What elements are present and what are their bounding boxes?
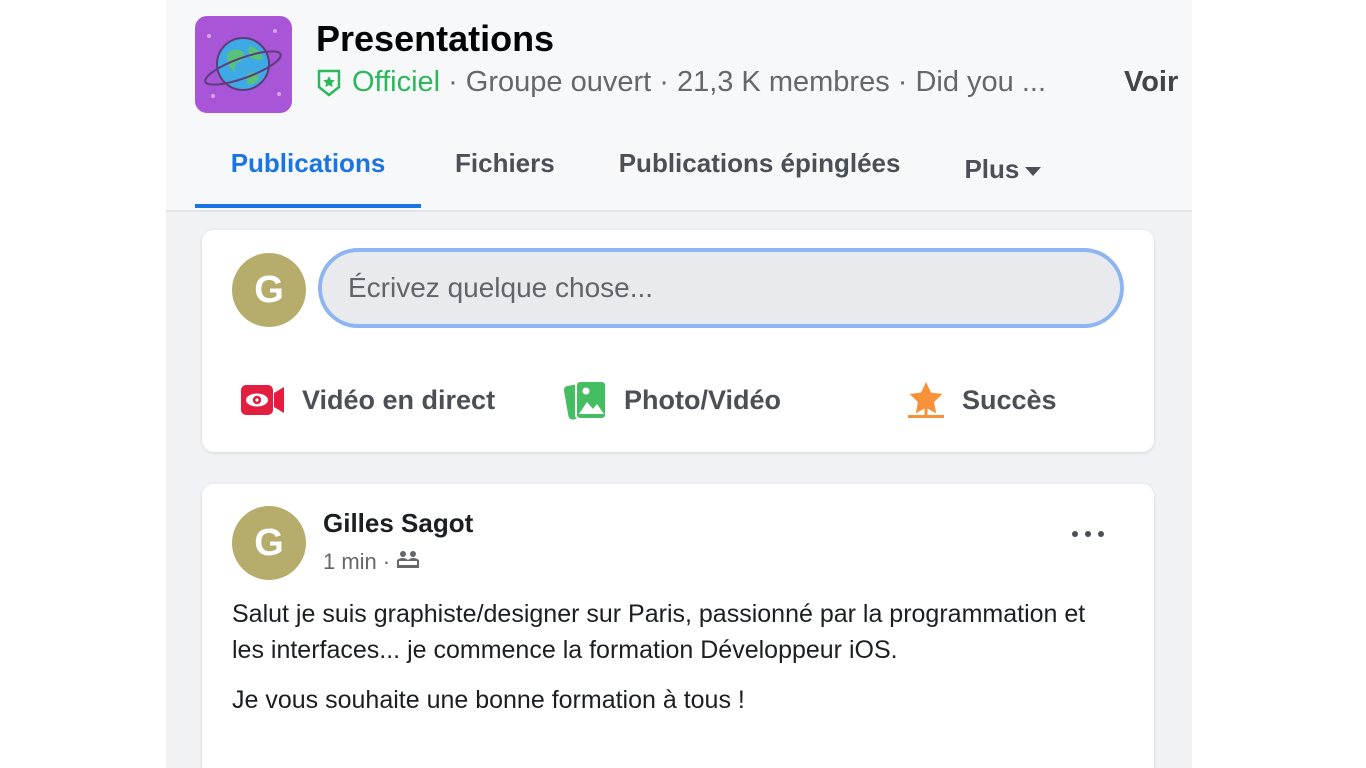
post-meta: 1 min · <box>323 548 420 576</box>
group-privacy-icon <box>396 548 420 576</box>
post-author[interactable]: Gilles Sagot <box>323 508 473 539</box>
group-page: Presentations Officiel · Groupe ouvert ·… <box>166 0 1192 768</box>
live-video-icon <box>241 385 284 415</box>
photo-icon <box>564 380 607 420</box>
meta-separator: · <box>448 66 458 98</box>
success-button[interactable]: Succès <box>906 370 1057 430</box>
write-post-input[interactable] <box>318 248 1124 328</box>
group-title[interactable]: Presentations <box>316 18 554 60</box>
star-icon <box>908 382 944 418</box>
official-badge-icon <box>316 68 342 98</box>
post-paragraph: Salut je suis graphiste/designer sur Par… <box>232 600 1086 664</box>
success-label: Succès <box>962 384 1057 415</box>
photo-video-label: Photo/Vidéo <box>624 384 782 415</box>
avatar[interactable]: G <box>232 506 306 580</box>
group-meta-text: Groupe ouvert · 21,3 K membres · Did you… <box>465 66 1047 98</box>
group-meta: Officiel · Groupe ouvert · 21,3 K membre… <box>316 66 1046 99</box>
live-video-label: Vidéo en direct <box>302 384 496 415</box>
composer-actions: Vidéo en direct Photo/Vidéo Succès <box>202 370 1154 430</box>
post-time[interactable]: 1 min <box>323 549 377 575</box>
group-tabs: Publications Fichiers Publications éping… <box>195 130 1042 210</box>
more-options-button[interactable] <box>1072 524 1104 544</box>
post-card: G Gilles Sagot 1 min · Salut je suis gra… <box>202 484 1154 768</box>
dot <box>1072 531 1078 537</box>
avatar[interactable]: G <box>232 253 306 327</box>
tab-fichiers[interactable]: Fichiers <box>455 130 555 208</box>
tab-plus[interactable]: Plus <box>964 130 1042 208</box>
group-logo[interactable] <box>195 16 292 113</box>
tab-publications[interactable]: Publications <box>195 130 421 208</box>
tab-plus-label: Plus <box>964 154 1020 184</box>
official-label: Officiel <box>352 66 441 98</box>
photo-video-button[interactable]: Photo/Vidéo <box>564 370 781 430</box>
group-header: Presentations Officiel · Groupe ouvert ·… <box>166 0 1192 212</box>
meta-separator: · <box>382 549 391 574</box>
dot <box>1085 531 1091 537</box>
post-paragraph: Je vous souhaite une bonne formation à t… <box>232 686 745 714</box>
voir-link[interactable]: Voir <box>1124 66 1178 99</box>
post-body: Salut je suis graphiste/designer sur Par… <box>232 596 1112 732</box>
caret-down-icon <box>1025 166 1042 176</box>
tab-publications-epinglees[interactable]: Publications épinglées <box>619 130 901 208</box>
live-video-button[interactable]: Vidéo en direct <box>240 370 495 430</box>
post-composer: G Vidéo en direct <box>202 230 1154 452</box>
dot <box>1098 531 1104 537</box>
